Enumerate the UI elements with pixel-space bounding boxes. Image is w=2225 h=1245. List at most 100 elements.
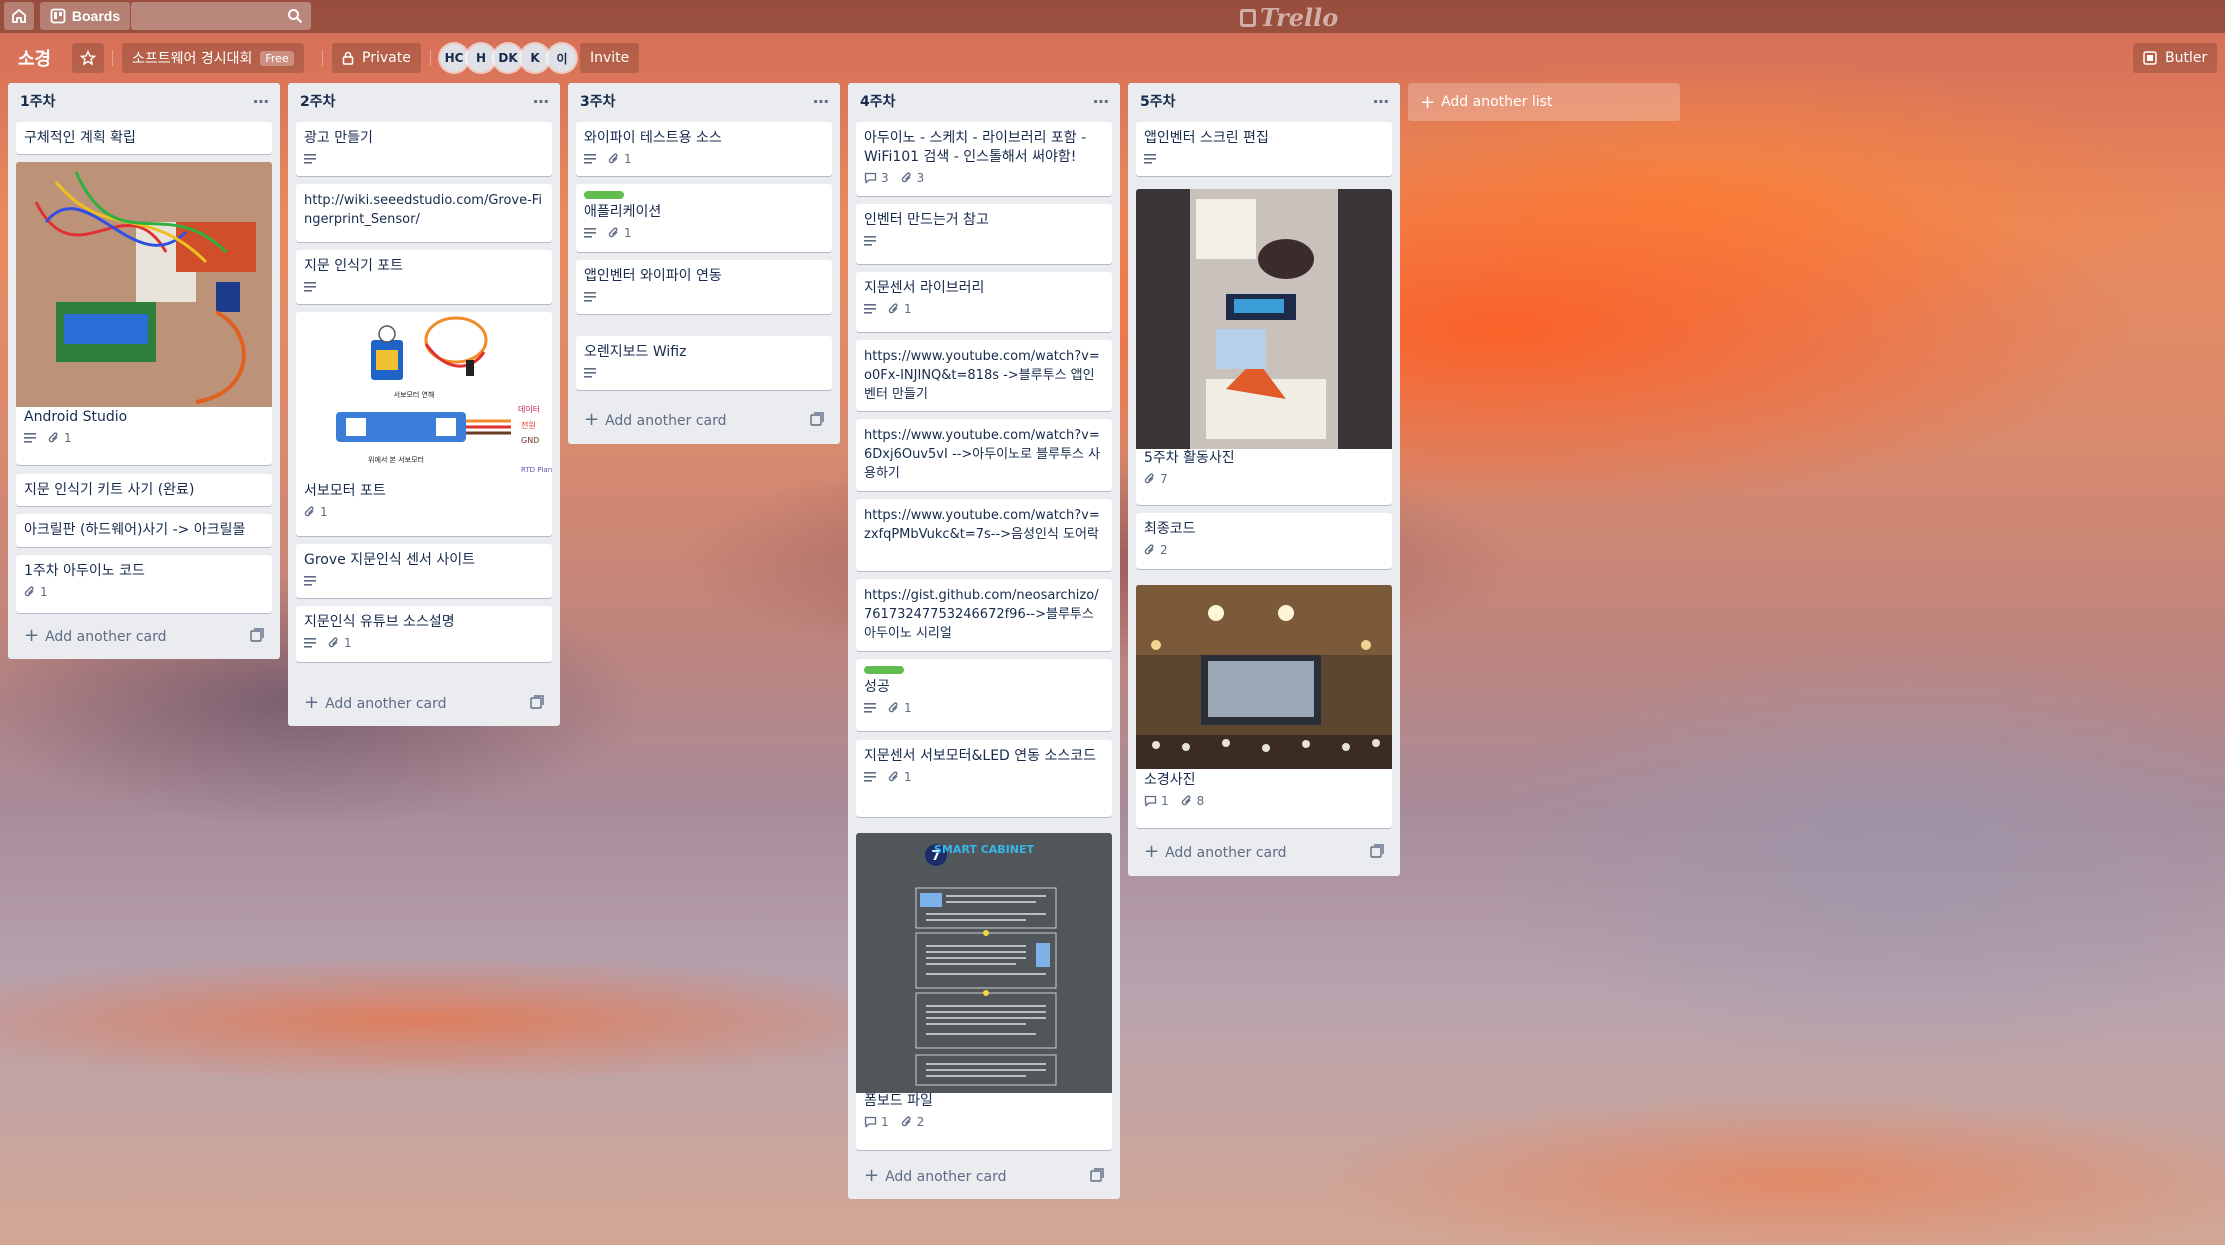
star-button[interactable] [72,43,104,73]
card[interactable]: 앱인벤터 와이파이 연동 [576,260,832,314]
list-title[interactable]: 1주차 [20,91,56,111]
description-icon [24,433,36,443]
list-menu-icon[interactable]: ⋯ [253,92,270,111]
home-button[interactable] [4,2,34,30]
card-label-green[interactable] [864,666,904,674]
card-template-icon[interactable] [250,628,264,642]
list-title[interactable]: 3주차 [580,91,616,111]
search-input[interactable] [131,2,311,30]
list-title[interactable]: 2주차 [300,91,336,111]
list-title[interactable]: 4주차 [860,91,896,111]
boards-icon [50,8,66,24]
card[interactable]: 애플리케이션 1 [576,184,832,252]
card[interactable]: 7 SMART CABINET 폼보드 파일 1 2 [856,833,1112,1150]
attachment-badge: 1 [304,503,328,522]
card[interactable]: 1주차 아두이노 코드 1 [16,555,272,613]
list-title[interactable]: 5주차 [1140,91,1176,111]
list-header[interactable]: 5주차 ⋯ [1128,83,1400,119]
add-card-button[interactable]: + Add another card [1136,837,1392,865]
card-template-icon[interactable] [810,412,824,426]
trello-logo-icon [1240,8,1256,27]
card-label-green[interactable] [584,191,624,199]
attachment-icon [608,153,618,164]
add-card-button[interactable]: + Add another card [856,1161,1112,1189]
card-title: 지문 인식기 키트 사기 (완료) [24,482,195,498]
attachment-count: 2 [1160,542,1168,557]
card[interactable]: Grove 지문인식 센서 사이트 [296,544,552,598]
attachment-badge: 1 [608,150,632,169]
list-header[interactable]: 4주차 ⋯ [848,83,1120,119]
card[interactable]: 아크릴판 (하드웨어)사기 -> 아크릴몰 [16,514,272,547]
list-menu-icon[interactable]: ⋯ [1093,92,1110,111]
attachment-icon [901,1116,911,1127]
description-icon [304,282,316,292]
trello-logo-text: Trello [1260,3,1339,32]
card[interactable]: 광고 만들기 [296,122,552,176]
attachment-icon [1181,795,1191,806]
card[interactable]: 소경사진 1 8 [1136,585,1392,828]
add-list-button[interactable]: + Add another list [1408,83,1680,121]
card[interactable]: 아두이노 - 스케치 - 라이브러리 포함 - WiFi101 검색 - 인스톨… [856,122,1112,196]
invite-button[interactable]: Invite [580,43,640,73]
card-cover-activity-photo [1136,189,1392,449]
member-avatar[interactable]: K [521,44,549,72]
card[interactable]: 지문인식 유튜브 소스설명 1 [296,606,552,662]
description-icon [304,638,316,648]
card[interactable]: 5주차 활동사진 7 [1136,189,1392,505]
card[interactable]: 최종코드 2 [1136,513,1392,569]
star-icon [80,50,96,66]
card[interactable]: 성공 1 [856,659,1112,731]
attachment-badge: 2 [1144,541,1168,560]
card-badges [304,570,544,592]
add-card-button[interactable]: + Add another card [16,621,272,649]
card[interactable]: 인벤터 만드는거 참고 [856,204,1112,264]
member-avatar[interactable]: DK [494,44,522,72]
attachment-icon [901,172,911,183]
card[interactable]: 앱인벤터 스크린 편집 [1136,122,1392,176]
list-menu-icon[interactable]: ⋯ [813,92,830,111]
card[interactable]: https://www.youtube.com/watch?v=6Dxj6Ouv… [856,419,1112,491]
list-header[interactable]: 1주차 ⋯ [8,83,280,119]
visibility-button[interactable]: Private [332,43,421,73]
attachment-count: 1 [40,584,48,599]
card[interactable]: https://www.youtube.com/watch?v=zxfqPMbV… [856,499,1112,571]
card[interactable]: http://wiki.seeedstudio.com/Grove-Finger… [296,184,552,242]
board-title[interactable]: 소경 [8,43,61,73]
list-menu-icon[interactable]: ⋯ [533,92,550,111]
card-template-icon[interactable] [1370,844,1384,858]
card-title: 폼보드 파일 [864,1093,933,1109]
card-badges [304,276,544,298]
card[interactable]: 오렌지보드 Wifiz [576,336,832,390]
card[interactable]: 지문 인식기 포트 [296,250,552,304]
list-menu-icon[interactable]: ⋯ [1373,92,1390,111]
card-template-icon[interactable] [1090,1168,1104,1182]
member-avatar[interactable]: H [467,44,495,72]
description-icon [864,703,876,713]
butler-button[interactable]: Butler [2133,43,2218,73]
card[interactable]: 지문센서 라이브러리 1 [856,272,1112,332]
card[interactable]: 서보모터 연해 데이터 전원 GND 위에서 본 서보모터 RTD Planet… [296,312,552,536]
card[interactable]: 지문센서 서보모터&LED 연동 소스코드 1 [856,740,1112,817]
card[interactable]: 구체적인 계획 확립 [16,122,272,154]
plus-icon: + [1144,840,1160,862]
trello-logo[interactable]: Trello [1240,3,1338,32]
card-title: 앱인벤터 스크린 편집 [1144,130,1269,146]
add-card-button[interactable]: + Add another card [296,688,552,716]
card[interactable]: Android Studio 1 [16,162,272,465]
servo-diagram-top-label: 서보모터 연해 [394,390,435,399]
card[interactable]: https://gist.github.com/neosarchizo/7617… [856,579,1112,651]
comment-count: 1 [881,1114,889,1129]
member-avatar[interactable]: 이 [548,44,576,72]
member-avatar[interactable]: HC [440,44,468,72]
list-header[interactable]: 3주차 ⋯ [568,83,840,119]
card-cover-hall-photo [1136,585,1392,769]
card-badges: 1 [864,766,1104,788]
add-card-button[interactable]: + Add another card [576,405,832,433]
boards-button[interactable]: Boards [40,2,130,30]
list-header[interactable]: 2주차 ⋯ [288,83,560,119]
team-button[interactable]: 소프트웨어 경시대회 Free [122,43,304,73]
card-template-icon[interactable] [530,695,544,709]
card[interactable]: 와이파이 테스트용 소스 1 [576,122,832,176]
card[interactable]: 지문 인식기 키트 사기 (완료) [16,474,272,506]
card[interactable]: https://www.youtube.com/watch?v=o0Fx-INJ… [856,340,1112,411]
